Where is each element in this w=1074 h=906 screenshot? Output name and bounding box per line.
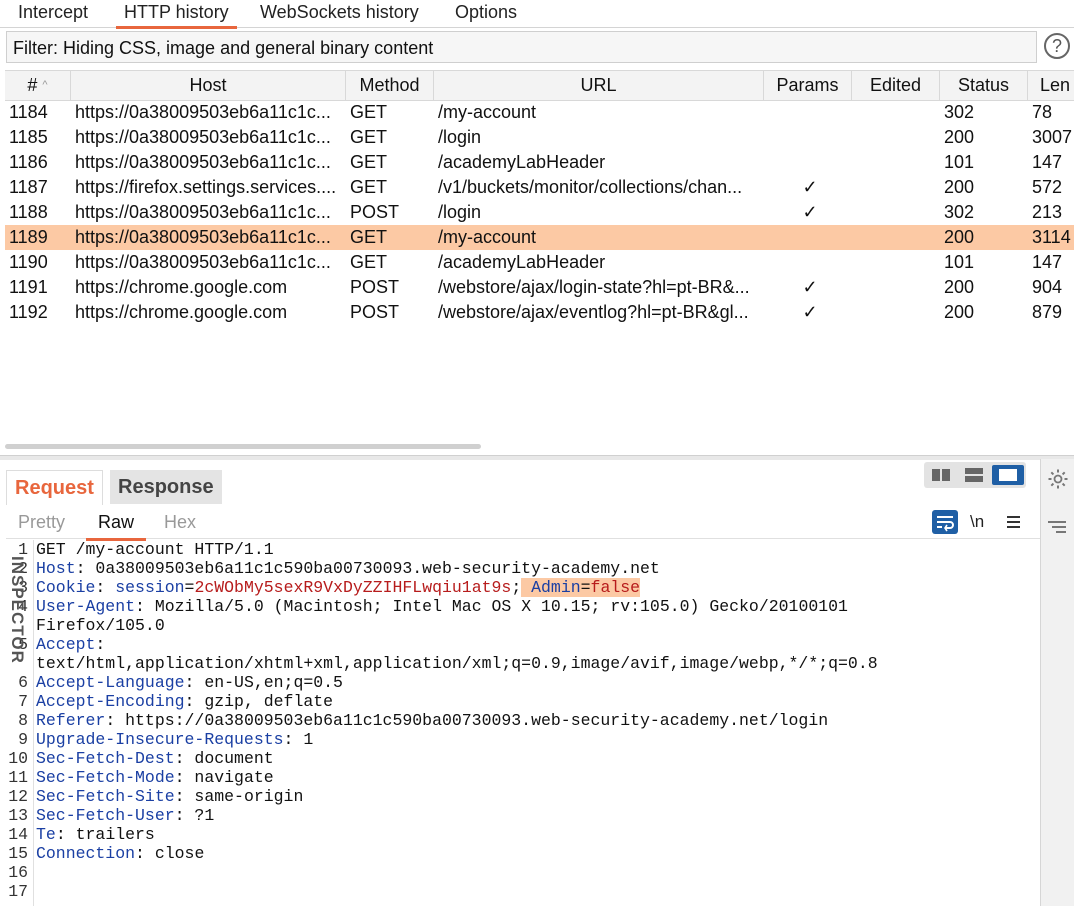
menu-icon[interactable] <box>1005 510 1023 534</box>
inspector-sidebar[interactable] <box>1040 459 1074 906</box>
column-header-status[interactable]: Status <box>940 71 1028 100</box>
header-sec-fetch-site: Sec-Fetch-Site: same-origin <box>36 787 304 806</box>
header-user-agent-cont: Firefox/105.0 <box>36 616 165 635</box>
header-host: Host: 0a38009503eb6a11c1c590ba00730093.w… <box>36 559 660 578</box>
tab-pretty[interactable]: Pretty <box>6 506 77 538</box>
help-icon[interactable]: ? <box>1044 33 1070 59</box>
table-row[interactable]: 1186 https://0a38009503eb6a11c1c... GET … <box>5 150 1074 175</box>
column-header-method[interactable]: Method <box>346 71 434 100</box>
history-table: # ^ Host Method URL Params Edited Status… <box>5 70 1074 450</box>
layout-toggle <box>924 462 1026 488</box>
tab-http-history[interactable]: HTTP history <box>116 0 237 29</box>
header-sec-fetch-user: Sec-Fetch-User: ?1 <box>36 806 215 825</box>
header-sec-fetch-mode: Sec-Fetch-Mode: navigate <box>36 768 274 787</box>
table-row[interactable]: 1192 https://chrome.google.com POST /web… <box>5 300 1074 325</box>
column-header-url[interactable]: URL <box>434 71 764 100</box>
table-row[interactable]: 1187 https://firefox.settings.services..… <box>5 175 1074 200</box>
tab-raw[interactable]: Raw <box>86 506 147 541</box>
admin-cookie-highlight: Admin=false <box>521 578 641 597</box>
column-header-length[interactable]: Len <box>1028 71 1074 100</box>
sort-ascending-icon: ^ <box>42 79 48 91</box>
table-row[interactable]: 1185 https://0a38009503eb6a11c1c... GET … <box>5 125 1074 150</box>
column-header-edited[interactable]: Edited <box>852 71 940 100</box>
header-accept: Accept: <box>36 635 106 654</box>
header-accept-value: text/html,application/xhtml+xml,applicat… <box>36 654 878 673</box>
table-header: # ^ Host Method URL Params Edited Status… <box>5 70 1074 101</box>
pane-splitter[interactable] <box>0 455 1074 460</box>
request-line: GET /my-account HTTP/1.1 <box>36 540 274 559</box>
header-referer: Referer: https://0a38009503eb6a11c1c590b… <box>36 711 829 730</box>
filter-bar[interactable]: Filter: Hiding CSS, image and general bi… <box>6 31 1037 63</box>
tab-websockets-history[interactable]: WebSockets history <box>252 0 427 26</box>
header-accept-language: Accept-Language: en-US,en;q=0.5 <box>36 673 343 692</box>
tab-intercept[interactable]: Intercept <box>10 0 96 26</box>
tab-hex[interactable]: Hex <box>152 506 208 538</box>
split-horizontal-icon[interactable] <box>926 465 956 485</box>
header-accept-encoding: Accept-Encoding: gzip, deflate <box>36 692 334 711</box>
show-newlines-icon[interactable]: \n <box>970 510 984 534</box>
header-te: Te: trailers <box>36 825 155 844</box>
tab-options[interactable]: Options <box>447 0 525 26</box>
tab-response[interactable]: Response <box>110 470 222 504</box>
inspector-label[interactable]: INSPECTOR <box>7 556 27 664</box>
header-connection: Connection: close <box>36 844 205 863</box>
filter-lines-icon[interactable] <box>1048 519 1068 540</box>
header-upgrade-insecure-requests: Upgrade-Insecure-Requests: 1 <box>36 730 314 749</box>
horizontal-scrollbar[interactable] <box>5 444 481 449</box>
word-wrap-icon[interactable] <box>932 510 958 534</box>
proxy-tabs: Intercept HTTP history WebSockets histor… <box>0 0 1074 29</box>
settings-gear-icon[interactable] <box>1046 467 1070 496</box>
view-tabs: Pretty Raw Hex <box>6 506 1040 541</box>
table-row-selected[interactable]: 1189 https://0a38009503eb6a11c1c... GET … <box>5 225 1074 250</box>
tab-request[interactable]: Request <box>6 470 103 505</box>
column-header-host[interactable]: Host <box>71 71 346 100</box>
header-user-agent: User-Agent: Mozilla/5.0 (Macintosh; Inte… <box>36 597 848 616</box>
single-pane-icon[interactable] <box>992 465 1024 485</box>
table-row[interactable]: 1191 https://chrome.google.com POST /web… <box>5 275 1074 300</box>
table-row[interactable]: 1188 https://0a38009503eb6a11c1c... POST… <box>5 200 1074 225</box>
column-header-number[interactable]: # ^ <box>5 71 71 100</box>
column-header-params[interactable]: Params <box>764 71 852 100</box>
request-editor[interactable]: 1 2 3 4 5 6 7 8 9 10 11 12 13 14 15 16 1… <box>0 540 1040 906</box>
header-cookie: Cookie: session=2cWObMy5sexR9VxDyZZIHFLw… <box>36 578 641 597</box>
table-row[interactable]: 1184 https://0a38009503eb6a11c1c... GET … <box>5 100 1074 125</box>
table-row[interactable]: 1190 https://0a38009503eb6a11c1c... GET … <box>5 250 1074 275</box>
split-vertical-icon[interactable] <box>959 465 989 485</box>
header-sec-fetch-dest: Sec-Fetch-Dest: document <box>36 749 274 768</box>
